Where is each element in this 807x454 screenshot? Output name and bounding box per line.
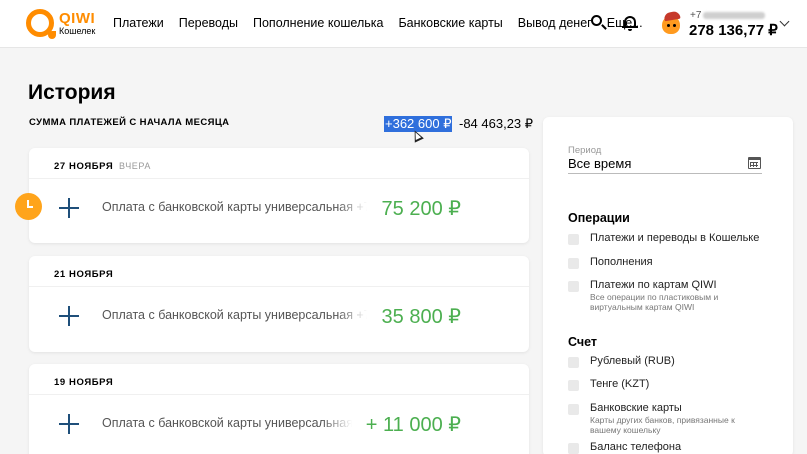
checkbox-label[interactable]: Пополнения	[590, 256, 653, 268]
transaction-day-card: 27 НОЯБРЯ ВЧЕРА Оплата с банковской карт…	[29, 148, 529, 243]
transaction-day-card: 21 НОЯБРЯ Оплата с банковской карты унив…	[29, 256, 529, 352]
card-date: 21 НОЯБРЯ	[54, 269, 114, 280]
divider	[29, 394, 529, 395]
transaction-description[interactable]: Оплата с банковской карты универсальная …	[102, 416, 352, 430]
transaction-amount[interactable]: 75 200 ₽	[382, 196, 461, 221]
logo-title: QIWI	[59, 10, 96, 27]
card-date: 27 НОЯБРЯ	[54, 161, 114, 172]
transaction-description[interactable]: Оплата с банковской карты универсальная …	[102, 200, 367, 214]
nav-payments[interactable]: Платежи	[113, 16, 164, 30]
checkbox-hint: Карты других банков, привязанные к вашем…	[590, 415, 735, 435]
search-icon[interactable]	[590, 14, 608, 32]
plus-icon	[59, 306, 79, 326]
checkbox-rub[interactable]	[568, 357, 579, 368]
period-underline	[568, 173, 762, 174]
phone-prefix: +7	[690, 10, 702, 21]
checkbox-topups[interactable]	[568, 258, 579, 269]
nav-topup-wallet[interactable]: Пополнение кошелька	[253, 16, 383, 30]
account-phone: +7	[690, 10, 766, 21]
transaction-amount[interactable]: 35 800 ₽	[382, 304, 461, 329]
nav-withdraw[interactable]: Вывод денег	[518, 16, 592, 30]
qiwi-logo-icon	[26, 9, 56, 39]
transaction-description[interactable]: Оплата с банковской карты универсальная …	[102, 308, 367, 322]
plus-icon	[59, 198, 79, 218]
checkbox-label[interactable]: Тенге (KZT)	[590, 378, 649, 390]
checkbox-label[interactable]: Платежи по картам QIWI	[590, 279, 717, 291]
plus-icon	[59, 414, 79, 434]
checkbox-label[interactable]: Баланс телефона	[590, 441, 681, 453]
transaction-amount[interactable]: + 11 000 ₽	[366, 412, 461, 437]
checkbox-bank-cards[interactable]	[568, 404, 579, 415]
logo-subtitle: Кошелек	[59, 26, 96, 36]
filter-panel: Период Все время Операции Платежи и пере…	[543, 117, 793, 454]
clock-icon	[15, 193, 42, 220]
main-nav: Платежи Переводы Пополнение кошелька Бан…	[113, 16, 658, 30]
checkbox-label[interactable]: Платежи и переводы в Кошельке	[590, 232, 759, 244]
checkbox-hint: Все операции по пластиковым и виртуальны…	[590, 292, 719, 312]
checkbox-label[interactable]: Банковские карты	[590, 402, 682, 414]
card-date-tag: ВЧЕРА	[119, 161, 152, 171]
avatar[interactable]	[658, 10, 686, 38]
divider	[29, 286, 529, 287]
calendar-icon[interactable]	[748, 157, 761, 169]
divider	[29, 178, 529, 179]
nav-bank-cards[interactable]: Банковские карты	[398, 16, 502, 30]
month-sum-label: СУММА ПЛАТЕЖЕЙ С НАЧАЛА МЕСЯЦА	[29, 117, 230, 128]
month-sum-expense[interactable]: -84 463,23 ₽	[459, 116, 533, 132]
operations-title: Операции	[568, 211, 630, 225]
qiwi-logo[interactable]: QIWI Кошелек	[26, 8, 116, 40]
top-header: QIWI Кошелек Платежи Переводы Пополнение…	[0, 0, 807, 48]
nav-transfers[interactable]: Переводы	[179, 16, 238, 30]
transaction-day-card: 19 НОЯБРЯ Оплата с банковской карты унив…	[29, 364, 529, 454]
chevron-down-icon[interactable]	[779, 16, 790, 27]
page-title: История	[28, 81, 116, 104]
checkbox-qiwi-cards[interactable]	[568, 281, 579, 292]
card-date: 19 НОЯБРЯ	[54, 377, 114, 388]
account-title: Счет	[568, 335, 598, 349]
checkbox-phone-balance[interactable]	[568, 443, 579, 454]
phone-blurred	[703, 11, 766, 19]
checkbox-label[interactable]: Рублевый (RUB)	[590, 355, 675, 367]
period-label: Период	[568, 145, 602, 156]
wallet-balance[interactable]: 278 136,77 ₽	[689, 21, 778, 39]
notification-bell-icon[interactable]	[621, 14, 639, 32]
checkbox-wallet-payments[interactable]	[568, 234, 579, 245]
period-select[interactable]: Все время	[568, 156, 631, 171]
checkbox-kzt[interactable]	[568, 380, 579, 391]
